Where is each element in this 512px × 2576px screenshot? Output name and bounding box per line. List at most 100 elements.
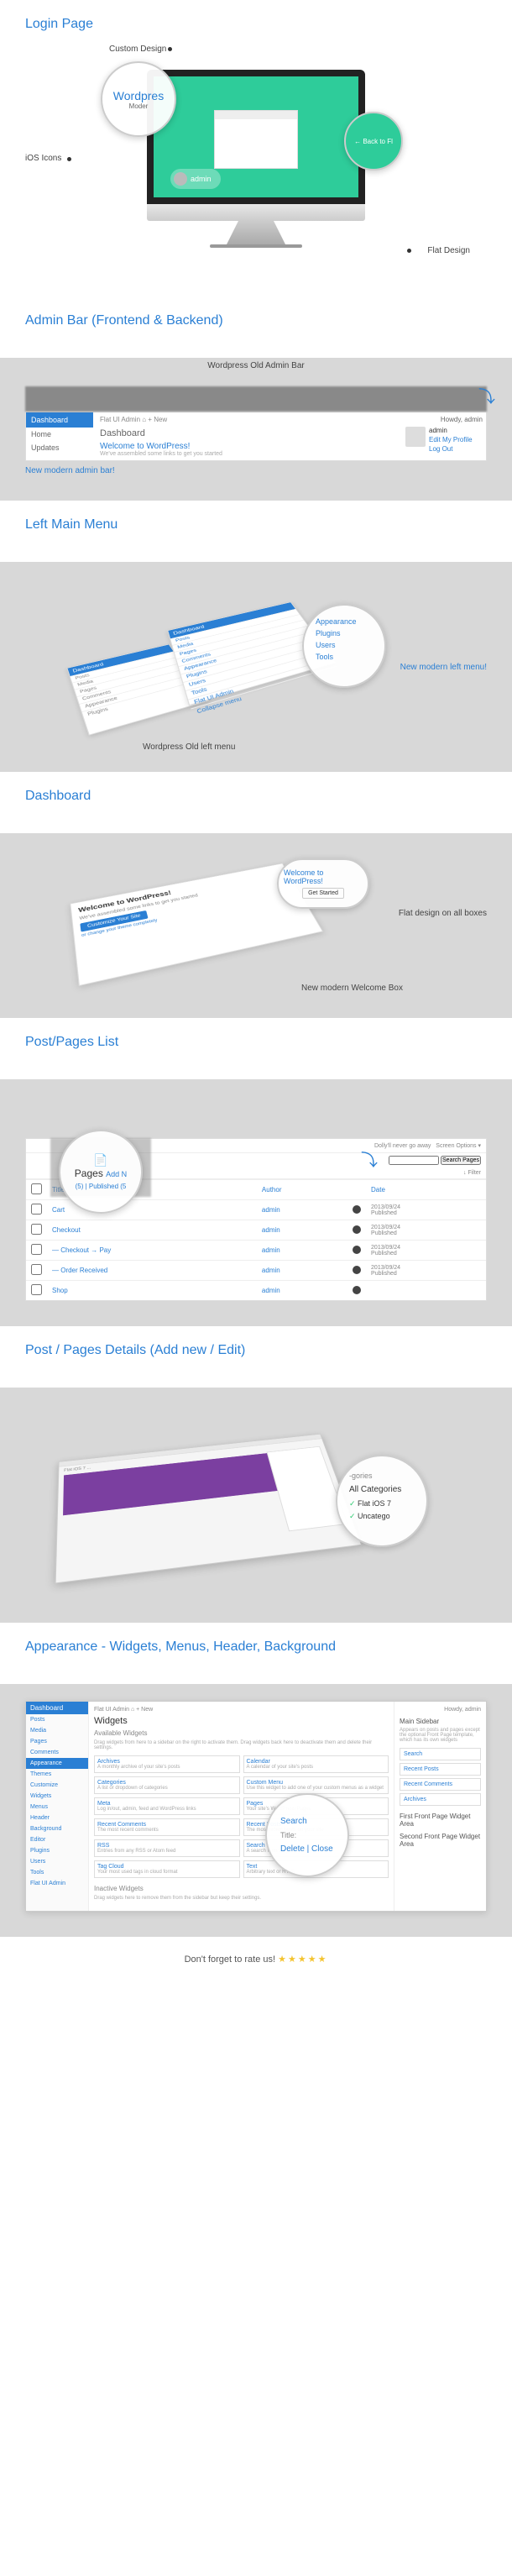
comment-icon[interactable]	[353, 1286, 361, 1294]
wordpress-callout: Wordpres Moder	[101, 61, 176, 137]
sidebar-item[interactable]: Menus	[26, 1802, 88, 1813]
screen-options[interactable]: Screen Options ▾	[436, 1143, 481, 1149]
sidebar-home[interactable]: Home	[26, 428, 93, 441]
sidebar-item[interactable]: Users	[26, 1856, 88, 1867]
sidebar-item[interactable]: Editor	[26, 1834, 88, 1845]
ann-old-adminbar: Wordpress Old Admin Bar	[207, 361, 304, 370]
avatar	[405, 427, 426, 447]
comment-icon[interactable]	[353, 1205, 361, 1214]
breadcrumb: Dashboard	[100, 428, 395, 438]
widget-box[interactable]: ArchivesA monthly archive of your site's…	[94, 1755, 240, 1773]
table-row[interactable]: Shopadmin	[26, 1281, 486, 1301]
sidebar-item[interactable]: Pages	[26, 1736, 88, 1747]
page-title: Widgets	[94, 1716, 389, 1726]
row-author[interactable]: admin	[257, 1241, 347, 1261]
ann-old-leftmenu: Wordpress Old left menu	[143, 742, 235, 752]
sidebar-item[interactable]: Flat UI Admin	[26, 1878, 88, 1889]
table-row[interactable]: Checkoutadmin 2013/09/24Published	[26, 1220, 486, 1241]
get-started-button[interactable]: Get Started	[302, 888, 344, 899]
select-all[interactable]	[31, 1183, 42, 1194]
row-author[interactable]: admin	[257, 1281, 347, 1301]
sidebar-item[interactable]: Posts	[26, 1714, 88, 1725]
categories-callout: -gories All Categories Flat iOS 7 Uncate…	[336, 1455, 428, 1547]
comment-icon[interactable]	[353, 1246, 361, 1254]
ann-new-adminbar: New modern admin bar!	[25, 466, 487, 475]
row-title[interactable]: — Checkout → Pay	[47, 1241, 257, 1261]
sidebar-item[interactable]: Plugins	[26, 1845, 88, 1856]
sidebar-item[interactable]: Tools	[26, 1867, 88, 1878]
imac-mockup: admin	[147, 70, 365, 248]
row-checkbox[interactable]	[31, 1284, 42, 1295]
ann-ios-icons: iOS Icons	[25, 154, 61, 163]
ann-welcome-box: New modern Welcome Box	[301, 984, 403, 993]
main-sidebar-heading: Main Sidebar	[400, 1718, 481, 1725]
sidebar-item[interactable]: Comments	[26, 1747, 88, 1758]
comment-icon[interactable]	[353, 1225, 361, 1234]
sidebar-widget[interactable]: Search	[400, 1748, 481, 1760]
row-author[interactable]: admin	[257, 1261, 347, 1281]
sidebar-widget[interactable]: Archives	[400, 1793, 481, 1806]
row-title[interactable]: — Order Received	[47, 1261, 257, 1281]
table-row[interactable]: — Checkout → Payadmin 2013/09/24Published	[26, 1241, 486, 1261]
row-date: 2013/09/24Published	[366, 1261, 486, 1281]
sidebar-item[interactable]: Background	[26, 1823, 88, 1834]
ann-custom-design: Custom Design	[109, 45, 166, 54]
login-title: Login Page	[25, 17, 487, 32]
available-widgets-heading: Available Widgets	[94, 1729, 389, 1737]
sidebar-item[interactable]: Appearance	[26, 1758, 88, 1769]
widget-box[interactable]: Custom MenuUse this widget to add one of…	[243, 1776, 389, 1794]
new-adminbar: Dashboard Home Updates Flat UI Admin ⌂ +…	[25, 412, 487, 461]
comment-icon[interactable]	[353, 1266, 361, 1274]
col-date[interactable]: Date	[366, 1180, 486, 1200]
appearance-title: Appearance - Widgets, Menus, Header, Bac…	[25, 1640, 487, 1655]
welcome-callout: Welcome to WordPress! Get Started	[277, 858, 369, 909]
row-checkbox[interactable]	[31, 1244, 42, 1255]
widget-box[interactable]: CategoriesA list or dropdown of categori…	[94, 1776, 240, 1794]
row-checkbox[interactable]	[31, 1264, 42, 1275]
widget-box[interactable]: Tag CloudYour most used tags in cloud fo…	[94, 1860, 240, 1878]
row-author[interactable]: admin	[257, 1200, 347, 1220]
editor-window: Flat iOS 7 ...	[55, 1434, 362, 1584]
row-title[interactable]: Checkout	[47, 1220, 257, 1241]
sidebar-widget[interactable]: Recent Comments	[400, 1778, 481, 1791]
widget-box[interactable]: RSSEntries from any RSS or Atom feed	[94, 1839, 240, 1857]
sidebar-item[interactable]: Header	[26, 1813, 88, 1823]
howdy-text: Howdy, admin	[405, 416, 483, 423]
table-row[interactable]: — Order Receivedadmin 2013/09/24Published	[26, 1261, 486, 1281]
col-author[interactable]: Author	[257, 1180, 347, 1200]
sidebar-item[interactable]: Customize	[26, 1780, 88, 1791]
row-date: 2013/09/24Published	[366, 1241, 486, 1261]
row-checkbox[interactable]	[31, 1224, 42, 1235]
footer: Don't forget to rate us! ★★★★★	[0, 1937, 512, 1981]
row-date: 2013/09/24Published	[366, 1200, 486, 1220]
row-author[interactable]: admin	[257, 1220, 347, 1241]
row-title[interactable]: Shop	[47, 1281, 257, 1301]
dashboard-title: Dashboard	[25, 789, 487, 804]
ann-flat-boxes: Flat design on all boxes	[399, 909, 487, 918]
sidebar-widget[interactable]: Recent Posts	[400, 1763, 481, 1776]
search-input[interactable]	[389, 1156, 439, 1165]
sidebar-item[interactable]: Widgets	[26, 1791, 88, 1802]
widget-box[interactable]: Recent CommentsThe most recent comments	[94, 1818, 240, 1836]
row-checkbox[interactable]	[31, 1204, 42, 1215]
username: admin	[429, 427, 447, 434]
ann-flat-design: Flat Design	[427, 246, 470, 255]
leftmenu-title: Left Main Menu	[25, 517, 487, 533]
row-date: 2013/09/24Published	[366, 1220, 486, 1241]
postlist-title: Post/Pages List	[25, 1035, 487, 1050]
ann-new-leftmenu: New modern left menu!	[400, 663, 487, 672]
row-date	[366, 1281, 486, 1301]
sidebar-item[interactable]: Media	[26, 1725, 88, 1736]
inactive-widgets-heading: Inactive Widgets	[94, 1885, 389, 1892]
dolly-note: Dolly'll never go away	[374, 1143, 431, 1149]
widget-box[interactable]: CalendarA calendar of your site's posts	[243, 1755, 389, 1773]
arrow-icon: ⤵	[478, 383, 495, 407]
sidebar-item[interactable]: Themes	[26, 1769, 88, 1780]
widget-box[interactable]: MetaLog in/out, admin, feed and WordPres…	[94, 1797, 240, 1815]
sidebar-updates[interactable]: Updates	[26, 441, 93, 454]
sidebar-dashboard[interactable]: Dashboard	[26, 412, 93, 428]
welcome-sub: We've assembled some links to get you st…	[100, 451, 395, 457]
menu-callout: Appearance Plugins Users Tools	[302, 604, 386, 688]
search-button[interactable]: Search Pages	[441, 1156, 481, 1165]
sidebar-item[interactable]: Dashboard	[26, 1702, 88, 1714]
